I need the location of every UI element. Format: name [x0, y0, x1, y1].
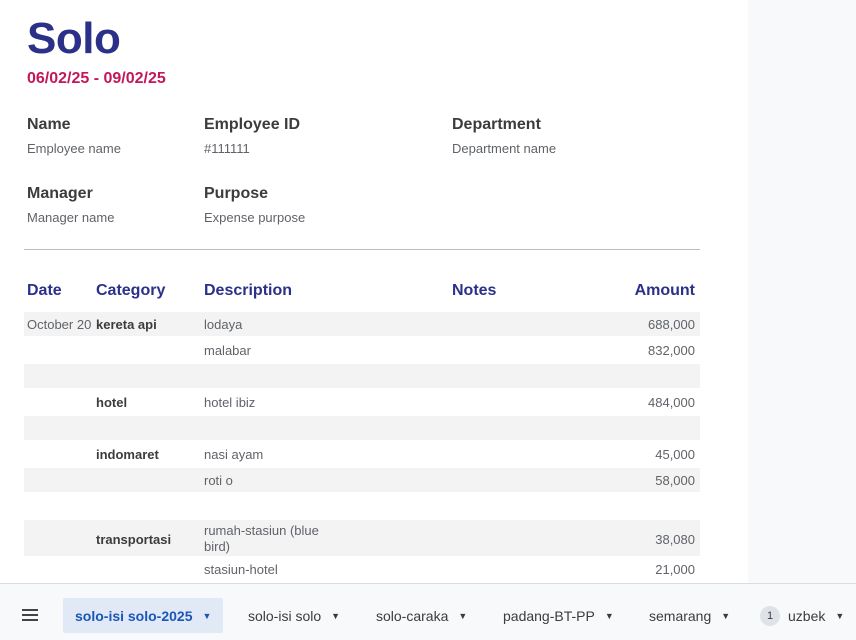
category-cell[interactable]: hotel [96, 395, 127, 410]
table-row[interactable] [24, 364, 700, 388]
description-cell[interactable]: nasi ayam [204, 447, 263, 462]
purpose-value[interactable]: Expense purpose [204, 210, 305, 225]
purpose-label: Purpose [204, 185, 269, 202]
department-value[interactable]: Department name [452, 141, 556, 156]
table-row[interactable] [24, 416, 700, 440]
notes-column-header[interactable]: Notes [452, 282, 496, 300]
description-cell[interactable]: rumah-stasiun (blue bird) [204, 523, 334, 555]
section-divider [24, 249, 700, 250]
table-row[interactable]: October 20 kereta api lodaya 688,000 [24, 312, 700, 336]
amount-cell[interactable]: 484,000 [648, 395, 695, 410]
table-row[interactable]: stasiun-hotel 21,000 [24, 558, 700, 582]
amount-cell[interactable]: 832,000 [648, 343, 695, 358]
description-cell[interactable]: roti o [204, 473, 233, 488]
sheet-tab-label: solo-isi solo [248, 607, 322, 624]
sheet-tab-solo-caraka[interactable]: solo-caraka ▼ [364, 598, 479, 633]
category-cell[interactable]: indomaret [96, 447, 159, 462]
chevron-down-icon[interactable]: ▼ [605, 611, 614, 621]
description-cell[interactable]: hotel ibiz [204, 395, 255, 410]
department-label: Department [452, 116, 541, 133]
amount-column-header[interactable]: Amount [635, 282, 695, 300]
description-column-header[interactable]: Description [204, 282, 292, 300]
report-title: Solo [27, 14, 121, 63]
sheet-tab-label: padang-BT-PP [503, 607, 595, 624]
sheet-tab-label: uzbek [788, 607, 826, 624]
date-column-header[interactable]: Date [27, 282, 62, 300]
sheet-tab-semarang[interactable]: semarang ▼ [637, 598, 742, 633]
sheet-tab-solo-isi-solo-2025[interactable]: solo-isi solo-2025 ▼ [63, 598, 224, 633]
sheet-tab-bar: solo-isi solo-2025 ▼ solo-isi solo ▼ sol… [0, 583, 856, 640]
employee-id-value[interactable]: #111111 [204, 141, 250, 156]
amount-cell[interactable]: 45,000 [655, 447, 695, 462]
sheet-tab-label: semarang [649, 607, 712, 624]
chevron-down-icon[interactable]: ▼ [458, 611, 467, 621]
manager-label: Manager [27, 185, 93, 202]
date-cell[interactable]: October 20 [27, 317, 91, 332]
category-column-header[interactable]: Category [96, 282, 165, 300]
sheet-tab-padang-bt-pp[interactable]: padang-BT-PP ▼ [491, 598, 626, 633]
amount-cell[interactable]: 688,000 [648, 317, 695, 332]
table-row[interactable]: roti o 58,000 [24, 468, 700, 492]
chevron-down-icon[interactable]: ▼ [202, 611, 211, 621]
name-label: Name [27, 116, 71, 133]
sheet-tab-label: solo-caraka [376, 607, 449, 624]
chevron-down-icon[interactable]: ▼ [835, 611, 844, 621]
sheet-tab-uzbek[interactable]: 1 uzbek ▼ [760, 598, 856, 633]
description-cell[interactable]: stasiun-hotel [204, 562, 278, 577]
sheet-tab-solo-isi-solo[interactable]: solo-isi solo ▼ [236, 598, 352, 633]
table-row[interactable] [24, 494, 700, 518]
employee-id-label: Employee ID [204, 116, 301, 133]
menu-icon[interactable] [22, 609, 38, 621]
category-cell[interactable]: kereta api [96, 317, 157, 332]
date-range: 06/02/25 - 09/02/25 [27, 70, 166, 87]
description-cell[interactable]: lodaya [204, 317, 242, 332]
sheet-tab-label: solo-isi solo-2025 [75, 607, 193, 624]
notification-badge: 1 [760, 605, 780, 626]
category-cell[interactable]: transportasi [96, 532, 171, 547]
gutter-pane [748, 0, 856, 583]
spreadsheet-area: Solo 06/02/25 - 09/02/25 Name Employee n… [0, 0, 748, 583]
description-cell[interactable]: malabar [204, 343, 251, 358]
name-value[interactable]: Employee name [27, 141, 121, 156]
table-row[interactable]: transportasi rumah-stasiun (blue bird) 3… [24, 520, 700, 556]
table-row[interactable]: indomaret nasi ayam 45,000 [24, 442, 700, 466]
chevron-down-icon[interactable]: ▼ [331, 611, 340, 621]
amount-cell[interactable]: 58,000 [655, 473, 695, 488]
amount-cell[interactable]: 38,080 [655, 532, 695, 547]
amount-cell[interactable]: 21,000 [655, 562, 695, 577]
manager-value[interactable]: Manager name [27, 210, 114, 225]
table-row[interactable]: malabar 832,000 [24, 338, 700, 362]
chevron-down-icon[interactable]: ▼ [721, 611, 730, 621]
table-row[interactable]: hotel hotel ibiz 484,000 [24, 390, 700, 414]
